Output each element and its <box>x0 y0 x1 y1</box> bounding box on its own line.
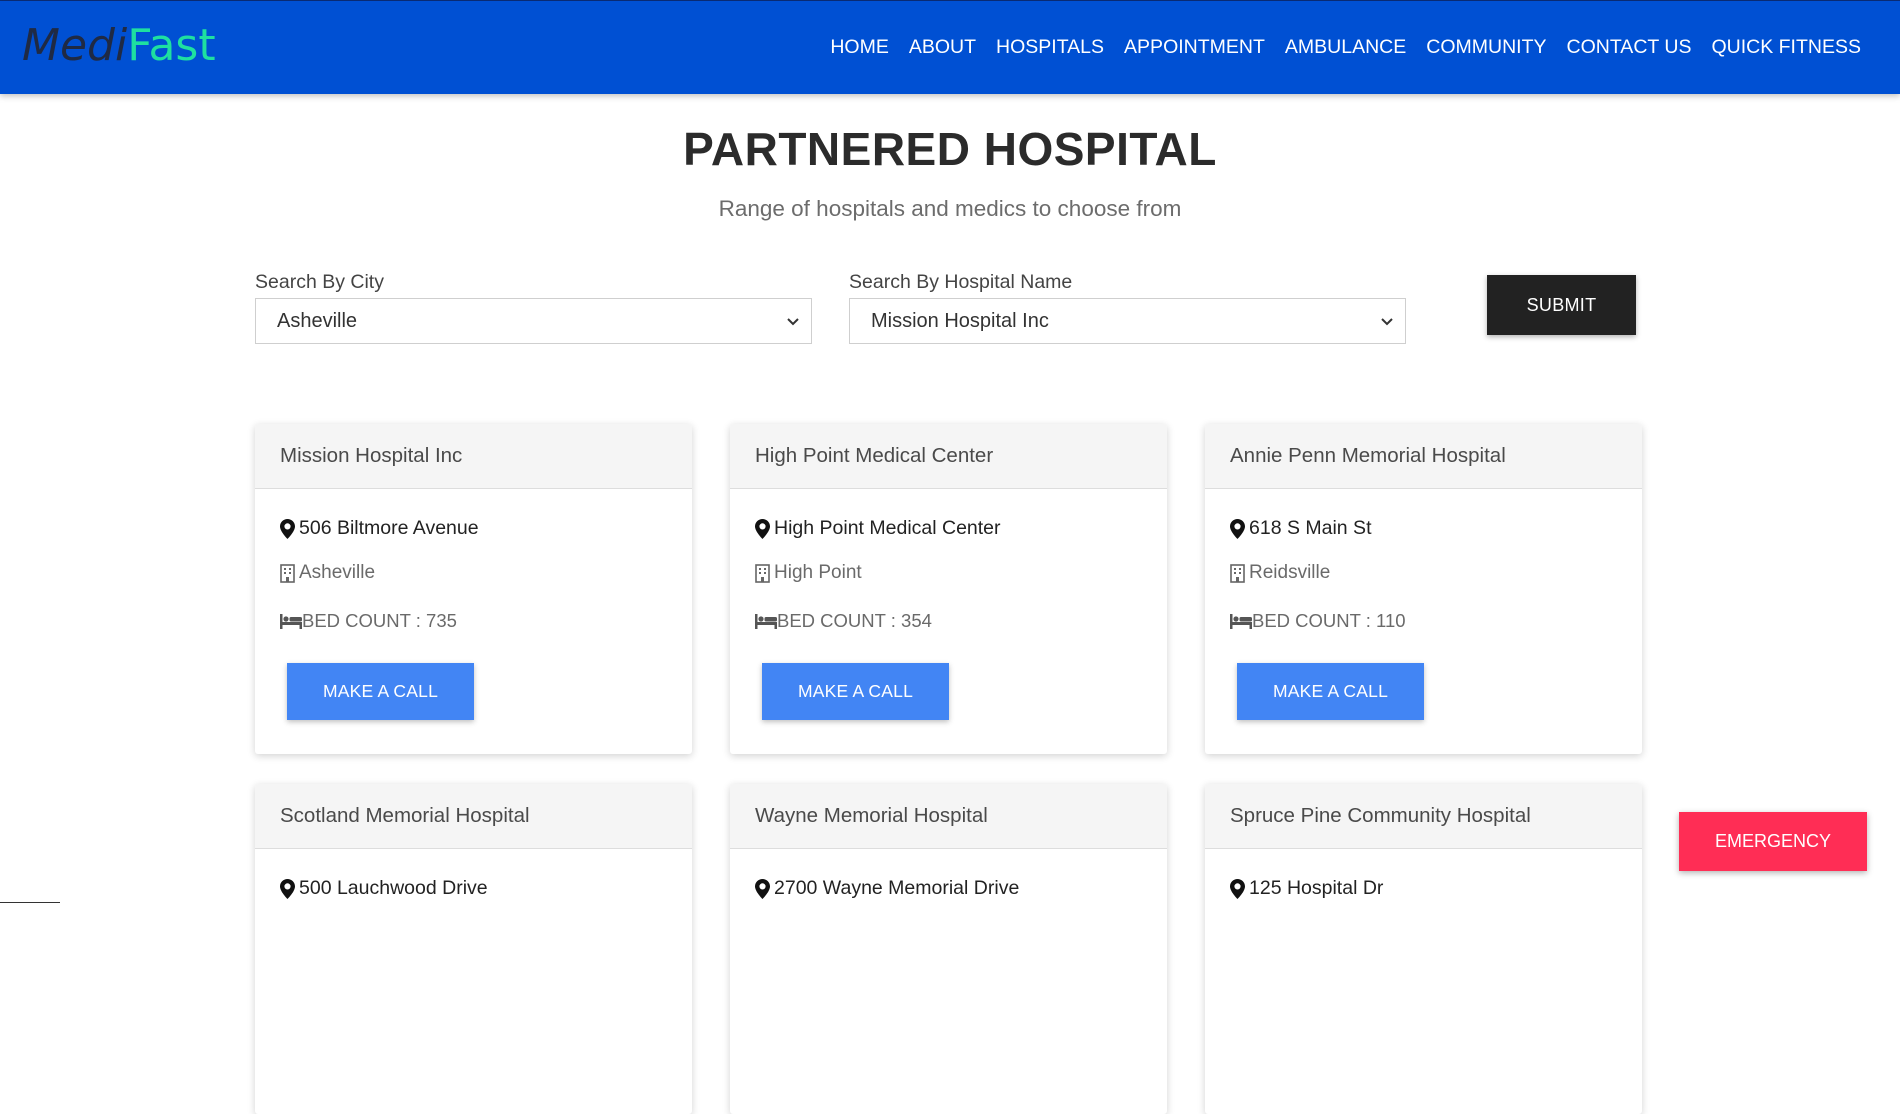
hospital-select-value: Mission Hospital Inc <box>871 309 1049 332</box>
hospital-beds-row: BED COUNT : 735 <box>280 610 457 632</box>
map-pin-icon <box>755 878 770 899</box>
nav-home[interactable]: HOME <box>820 36 899 59</box>
hospital-address-row: 500 Lauchwood Drive <box>280 877 488 900</box>
hospital-bed-count: BED COUNT : 110 <box>1252 610 1406 631</box>
hospital-name: High Point Medical Center <box>730 424 1167 489</box>
bed-icon <box>280 613 302 629</box>
main-nav: HOME ABOUT HOSPITALS APPOINTMENT AMBULAN… <box>820 1 1871 94</box>
hospital-address: 506 Biltmore Avenue <box>299 517 479 539</box>
brand-logo-part2: Fast <box>127 20 216 71</box>
hospital-card: High Point Medical Center High Point Med… <box>730 424 1167 754</box>
hospital-address: High Point Medical Center <box>774 517 1001 539</box>
hospital-bed-count: BED COUNT : 354 <box>777 610 932 631</box>
chevron-down-icon <box>787 318 799 326</box>
hospital-select[interactable]: Mission Hospital Inc <box>849 298 1406 344</box>
hospital-name: Annie Penn Memorial Hospital <box>1205 424 1642 489</box>
bed-icon <box>755 613 777 629</box>
hospital-name: Wayne Memorial Hospital <box>730 784 1167 849</box>
brand-logo-part1: Medi <box>22 20 128 71</box>
page-title: PARTNERED HOSPITAL <box>683 123 1217 175</box>
hospital-bed-count: BED COUNT : 735 <box>302 610 457 631</box>
city-select-value: Asheville <box>277 309 358 332</box>
hospital-address-row: High Point Medical Center <box>755 517 1001 540</box>
bed-icon <box>1230 613 1252 629</box>
navbar: MediFast HOME ABOUT HOSPITALS APPOINTMEN… <box>0 1 1900 94</box>
hospital-card: Mission Hospital Inc 506 Biltmore Avenue… <box>255 424 692 754</box>
hospital-city: Asheville <box>299 562 376 583</box>
hospital-address-row: 125 Hospital Dr <box>1230 877 1383 900</box>
hospital-name: Scotland Memorial Hospital <box>255 784 692 849</box>
brand-logo[interactable]: MediFast <box>22 19 216 73</box>
hospital-card-grid: Mission Hospital Inc 506 Biltmore Avenue… <box>255 424 1645 1114</box>
building-icon <box>280 563 295 583</box>
hospital-city-row: Reidsville <box>1230 562 1330 584</box>
page-subtitle: Range of hospitals and medics to choose … <box>718 196 1182 221</box>
nav-community[interactable]: COMMUNITY <box>1416 36 1556 59</box>
hospital-beds-row: BED COUNT : 110 <box>1230 610 1406 632</box>
hospital-city-row: Asheville <box>280 562 375 584</box>
nav-hospitals[interactable]: HOSPITALS <box>986 36 1114 59</box>
hospital-city: Reidsville <box>1249 562 1331 583</box>
hospital-card: Scotland Memorial Hospital 500 Lauchwood… <box>255 784 692 1114</box>
hospital-beds-row: BED COUNT : 354 <box>755 610 932 632</box>
map-pin-icon <box>280 518 295 539</box>
nav-appointment[interactable]: APPOINTMENT <box>1114 36 1275 59</box>
hospital-city: High Point <box>774 562 862 583</box>
hospital-city-row: High Point <box>755 562 862 584</box>
hospital-address-row: 506 Biltmore Avenue <box>280 517 479 540</box>
hospital-address-row: 2700 Wayne Memorial Drive <box>755 877 1019 900</box>
map-pin-icon <box>280 878 295 899</box>
emergency-button[interactable]: EMERGENCY <box>1679 812 1867 871</box>
nav-quick-fitness[interactable]: QUICK FITNESS <box>1701 36 1871 59</box>
nav-contact-us[interactable]: CONTACT US <box>1557 36 1702 59</box>
map-pin-icon <box>1230 518 1245 539</box>
map-pin-icon <box>1230 878 1245 899</box>
hospital-address: 2700 Wayne Memorial Drive <box>774 877 1020 899</box>
hospital-address: 618 S Main St <box>1249 517 1372 539</box>
hospital-name: Mission Hospital Inc <box>255 424 692 489</box>
hospital-address: 125 Hospital Dr <box>1249 877 1384 899</box>
submit-button[interactable]: SUBMIT <box>1487 275 1636 335</box>
make-a-call-button[interactable]: MAKE A CALL <box>762 663 949 720</box>
hospital-card: Annie Penn Memorial Hospital 618 S Main … <box>1205 424 1642 754</box>
building-icon <box>1230 563 1245 583</box>
hospital-name: Spruce Pine Community Hospital <box>1205 784 1642 849</box>
hospital-address: 500 Lauchwood Drive <box>299 877 488 899</box>
nav-ambulance[interactable]: AMBULANCE <box>1275 36 1416 59</box>
nav-about[interactable]: ABOUT <box>899 36 986 59</box>
hospital-select-label: Search By Hospital Name <box>849 271 1073 293</box>
city-select-label: Search By City <box>255 271 384 293</box>
building-icon <box>755 563 770 583</box>
hospital-address-row: 618 S Main St <box>1230 517 1371 540</box>
chevron-down-icon <box>1381 318 1393 326</box>
hospital-card: Wayne Memorial Hospital 2700 Wayne Memor… <box>730 784 1167 1114</box>
hospital-card: Spruce Pine Community Hospital 125 Hospi… <box>1205 784 1642 1114</box>
city-select[interactable]: Asheville <box>255 298 812 344</box>
map-pin-icon <box>755 518 770 539</box>
make-a-call-button[interactable]: MAKE A CALL <box>287 663 474 720</box>
make-a-call-button[interactable]: MAKE A CALL <box>1237 663 1424 720</box>
